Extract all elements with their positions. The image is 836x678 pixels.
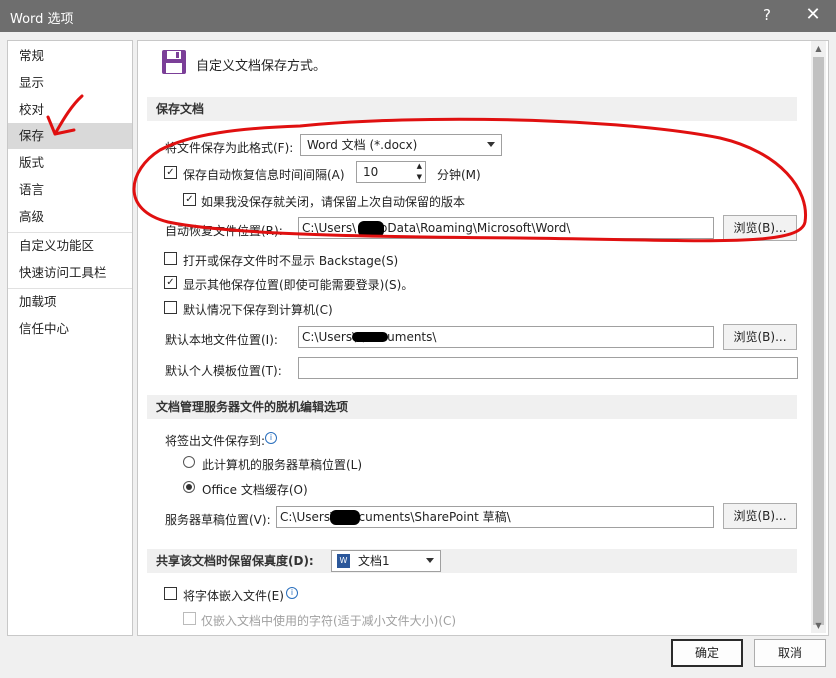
- autorecover-minutes-value: 10: [363, 165, 379, 179]
- radio-office-cache[interactable]: [183, 481, 195, 493]
- radio-office-cache-label: Office 文档缓存(O): [202, 483, 308, 497]
- template-path-field[interactable]: [298, 357, 798, 379]
- nav-item-trust-center[interactable]: 信任中心: [8, 316, 132, 342]
- vertical-scrollbar[interactable]: ▲ ▼: [811, 41, 826, 633]
- radio-server-drafts-label: 此计算机的服务器草稿位置(L): [202, 458, 363, 472]
- nav-item-language[interactable]: 语言: [8, 177, 132, 203]
- autorecover-minutes-stepper[interactable]: 10 ▲ ▼: [356, 161, 426, 183]
- section-header-save: 保存文档: [147, 97, 797, 121]
- drafts-path-value: C:\Users\ \Documents\SharePoint 草稿\: [280, 510, 511, 524]
- redaction-mark: [352, 332, 388, 342]
- format-label: 将文件保存为此格式(F):: [165, 141, 294, 155]
- drafts-path-label: 服务器草稿位置(V):: [165, 513, 271, 527]
- autorecover-checkbox[interactable]: ✓: [164, 166, 177, 179]
- scroll-down-icon[interactable]: ▼: [811, 618, 826, 633]
- nav-item-quick-access[interactable]: 快速访问工具栏: [8, 260, 132, 286]
- checkout-label: 将签出文件保存到:: [165, 434, 266, 448]
- local-path-label: 默认本地文件位置(I):: [165, 333, 278, 347]
- default-computer-checkbox[interactable]: [164, 301, 177, 314]
- options-nav: 常规 显示 校对 保存 版式 语言 高级 自定义功能区 快速访问工具栏 加载项 …: [7, 40, 133, 636]
- nav-item-advanced[interactable]: 高级: [8, 204, 132, 230]
- info-icon: i: [265, 432, 277, 444]
- autorecover-label: 保存自动恢复信息时间间隔(A): [183, 168, 345, 182]
- nav-item-layout[interactable]: 版式: [8, 150, 132, 176]
- chevron-down-icon: [426, 558, 434, 563]
- browse-local-button[interactable]: 浏览(B)...: [723, 324, 797, 350]
- section-header-offline: 文档管理服务器文件的脱机编辑选项: [147, 395, 797, 419]
- show-more-locations-label: 显示其他保存位置(即使可能需要登录)(S)。: [183, 278, 414, 292]
- close-button[interactable]: ✕: [800, 4, 826, 25]
- nav-item-customize-ribbon[interactable]: 自定义功能区: [8, 233, 132, 259]
- show-more-locations-checkbox[interactable]: ✓: [164, 276, 177, 289]
- minutes-unit-label: 分钟(M): [437, 168, 481, 182]
- spin-up-icon[interactable]: ▲: [417, 162, 422, 171]
- browse-autorecover-button[interactable]: 浏览(B)...: [723, 215, 797, 241]
- redaction-mark: [330, 510, 360, 525]
- embed-fonts-label: 将字体嵌入文件(E): [183, 589, 284, 603]
- keep-last-version-checkbox[interactable]: ✓: [183, 193, 196, 206]
- fidelity-document-value: 文档1: [358, 554, 390, 568]
- scroll-thumb[interactable]: [813, 57, 824, 625]
- embed-used-chars-label: 仅嵌入文档中使用的字符(适于减小文件大小)(C): [201, 614, 457, 628]
- embed-fonts-checkbox[interactable]: [164, 587, 177, 600]
- spin-down-icon[interactable]: ▼: [417, 172, 422, 182]
- ok-button[interactable]: 确定: [671, 639, 743, 667]
- info-icon: i: [286, 587, 298, 599]
- word-document-icon: W: [337, 554, 350, 568]
- nav-item-display[interactable]: 显示: [8, 70, 132, 96]
- no-backstage-checkbox[interactable]: [164, 252, 177, 265]
- default-computer-label: 默认情况下保存到计算机(C): [183, 303, 333, 317]
- help-button[interactable]: ?: [757, 6, 777, 24]
- save-icon: [162, 50, 186, 74]
- section-header-share: 共享该文档时保留保真度(D):: [147, 549, 797, 573]
- window-title: Word 选项: [10, 12, 74, 27]
- title-bar: Word 选项 ? ✕: [0, 0, 836, 32]
- page-title: 自定义文档保存方式。: [196, 59, 327, 74]
- chevron-down-icon: [487, 142, 495, 147]
- autorecover-path-label: 自动恢复文件位置(R):: [165, 224, 283, 238]
- radio-server-drafts[interactable]: [183, 456, 195, 468]
- scroll-up-icon[interactable]: ▲: [811, 41, 826, 56]
- nav-item-addins[interactable]: 加载项: [8, 289, 132, 315]
- format-dropdown[interactable]: Word 文档 (*.docx): [300, 134, 502, 156]
- nav-item-proofing[interactable]: 校对: [8, 97, 132, 123]
- fidelity-document-dropdown[interactable]: W 文档1: [331, 550, 441, 572]
- autorecover-path-value: C:\Users\ \AppData\Roaming\Microsoft\Wor…: [302, 221, 571, 235]
- template-path-label: 默认个人模板位置(T):: [165, 364, 282, 378]
- redaction-mark: [358, 221, 384, 237]
- embed-used-chars-checkbox[interactable]: [183, 612, 196, 625]
- cancel-button[interactable]: 取消: [754, 639, 826, 667]
- keep-last-version-label: 如果我没保存就关闭，请保留上次自动保留的版本: [201, 195, 466, 209]
- nav-item-general[interactable]: 常规: [8, 43, 132, 69]
- no-backstage-label: 打开或保存文件时不显示 Backstage(S): [183, 254, 399, 268]
- nav-item-save[interactable]: 保存: [8, 123, 132, 149]
- browse-drafts-button[interactable]: 浏览(B)...: [723, 503, 797, 529]
- format-value: Word 文档 (*.docx): [307, 138, 418, 152]
